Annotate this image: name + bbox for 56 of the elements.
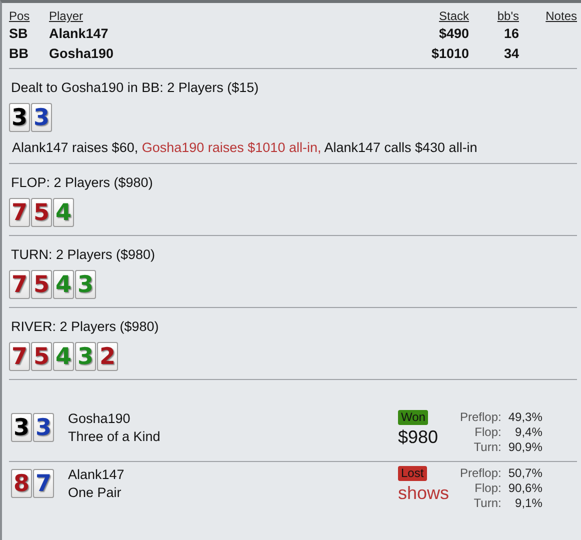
equity-value: 9,4%: [514, 425, 542, 440]
playing-card: 7: [33, 469, 54, 498]
playing-card: 2: [97, 342, 118, 371]
playing-card: 7: [9, 342, 30, 371]
table-cell-text: Alank147: [49, 25, 110, 43]
hand-rank: One Pair: [68, 484, 122, 502]
playing-card: 3: [9, 103, 30, 132]
table-cell: $1010: [314, 44, 469, 68]
equity-value: 90,9%: [508, 440, 542, 455]
table-cell: Gosha190: [49, 44, 315, 68]
playing-card: 8: [11, 469, 32, 498]
playing-card: 3: [31, 103, 52, 132]
table-cell: 34: [469, 44, 519, 68]
playing-card: 4: [53, 198, 74, 227]
playing-card: 4: [53, 342, 74, 371]
street-title: FLOP: 2 Players ($980): [11, 175, 154, 190]
table-cell: SB: [9, 24, 49, 44]
street-title: TURN: 2 Players ($980): [11, 247, 156, 262]
result-amount: $980: [398, 426, 438, 449]
equity-label: Turn:: [472, 440, 502, 455]
equity-label: Turn:: [472, 496, 502, 511]
column-header: Pos: [9, 7, 49, 24]
column-header: Stack: [438, 8, 469, 24]
playing-card: 7: [9, 198, 30, 227]
column-header: bb's: [469, 7, 519, 24]
action-line: Alank147 raises $60, Gosha190 raises $1010 all-in, Alank147 calls $430 all-in: [12, 140, 478, 155]
playing-card: 5: [31, 342, 52, 371]
playing-card: 5: [31, 270, 52, 299]
equity-value: 49,3%: [508, 410, 542, 425]
table-cell: BB: [9, 44, 49, 68]
playing-card: 5: [31, 198, 52, 227]
equity-label: Flop:: [474, 425, 502, 440]
column-header: Player: [49, 8, 84, 24]
result-badge: Won: [398, 410, 428, 425]
equity-value: 50,7%: [508, 466, 542, 481]
result-amount: shows: [398, 482, 450, 505]
playing-card: 3: [33, 413, 54, 442]
table-cell-text: $490: [438, 25, 469, 43]
equity-value: 90,6%: [508, 481, 542, 496]
playing-card: 3: [75, 270, 96, 299]
result-badge: Lost: [398, 466, 427, 481]
player-name: Alank147: [68, 466, 126, 484]
equity-value: 9,1%: [514, 496, 542, 511]
table-cell-text: 16: [502, 25, 519, 43]
street-title: RIVER: 2 Players ($980): [11, 319, 160, 334]
playing-card: 3: [11, 413, 32, 442]
column-header: Notes: [519, 7, 577, 24]
playing-card: 3: [75, 342, 96, 371]
playing-card: 7: [9, 270, 30, 299]
player-name: Gosha190: [68, 410, 132, 428]
street-title: Dealt to Gosha190 in BB: 2 Players ($15): [11, 80, 260, 95]
equity-label: Flop:: [474, 481, 502, 496]
hand-rank: Three of a Kind: [68, 428, 162, 446]
playing-card: 4: [53, 270, 74, 299]
equity-label: Preflop:: [460, 466, 502, 481]
equity-label: Preflop:: [460, 410, 502, 425]
